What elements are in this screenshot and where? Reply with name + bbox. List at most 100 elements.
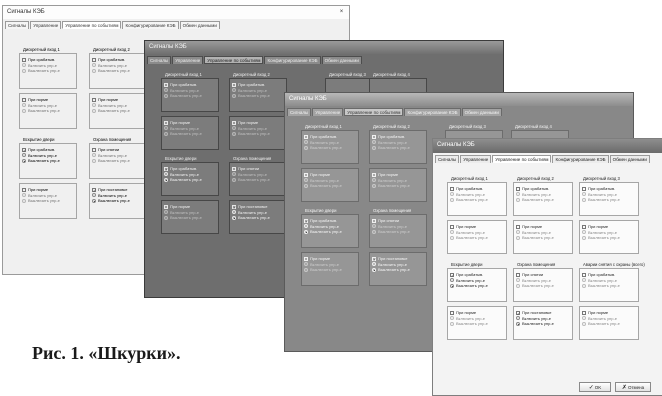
radio-button[interactable] [372,267,376,272]
tab-5[interactable]: Обмен данными [321,56,362,64]
radio-button[interactable] [582,316,586,321]
tab-1[interactable]: Сигналы [5,21,30,29]
tab-2[interactable]: Управление [460,155,492,163]
checkbox[interactable] [582,224,586,229]
checkbox[interactable] [22,97,26,102]
radio-button[interactable] [516,235,520,240]
radio-row[interactable]: Выключить упр-е [90,108,146,114]
radio-row[interactable]: Выключить упр-е [230,215,286,221]
radio-button[interactable] [22,153,26,158]
tab-3[interactable]: Управление по событиям [492,155,552,163]
radio-row[interactable]: Выключить упр-е [514,235,572,241]
checkbox[interactable] [22,187,26,192]
checkbox[interactable] [92,97,96,102]
radio-row[interactable]: Выключить упр-е [20,198,76,204]
radio-button[interactable] [450,235,454,240]
radio-button[interactable] [304,224,308,229]
radio-button[interactable] [450,230,454,235]
radio-row[interactable]: Выключить упр-е [580,235,638,241]
radio-button[interactable] [164,93,168,98]
radio-button[interactable] [372,178,376,183]
radio-button[interactable] [516,278,520,283]
radio-button[interactable] [516,283,520,288]
radio-button[interactable] [92,193,96,198]
radio-button[interactable] [372,145,376,150]
tab-2[interactable]: Управление [312,108,344,116]
radio-row[interactable]: Выключить упр-е [448,235,506,241]
radio-button[interactable] [92,63,96,68]
radio-button[interactable] [516,192,520,197]
checkbox[interactable] [164,82,168,87]
radio-button[interactable] [582,235,586,240]
radio-button[interactable] [164,177,168,182]
checkbox[interactable] [92,147,96,152]
radio-button[interactable] [92,108,96,113]
radio-button[interactable] [516,316,520,321]
checkbox[interactable] [92,187,96,192]
radio-button[interactable] [232,177,236,182]
tab-4[interactable]: Конфигурирование КЭБ [404,108,461,116]
tab-1[interactable]: Сигналы [287,108,312,116]
tab-3[interactable]: Управление по событиям [204,56,264,64]
radio-button[interactable] [92,158,96,163]
radio-row[interactable]: Выключить упр-е [230,131,286,137]
radio-row[interactable]: Выключить упр-е [370,229,426,235]
radio-button[interactable] [164,126,168,131]
checkbox[interactable] [372,256,376,261]
radio-button[interactable] [450,283,454,288]
radio-button[interactable] [304,229,308,234]
radio-button[interactable] [232,210,236,215]
checkbox[interactable] [232,166,236,171]
radio-button[interactable] [304,145,308,150]
radio-row[interactable]: Выключить упр-е [302,229,358,235]
checkbox[interactable] [164,120,168,125]
radio-button[interactable] [304,183,308,188]
checkbox[interactable] [232,82,236,87]
radio-button[interactable] [22,108,26,113]
radio-row[interactable]: Выключить упр-е [448,321,506,327]
radio-button[interactable] [22,63,26,68]
radio-row[interactable]: Выключить упр-е [230,93,286,99]
radio-button[interactable] [450,192,454,197]
tab-2[interactable]: Управление [30,21,62,29]
radio-row[interactable]: Выключить упр-е [20,68,76,74]
checkbox[interactable] [232,204,236,209]
radio-button[interactable] [22,68,26,73]
radio-button[interactable] [372,140,376,145]
radio-row[interactable]: Выключить упр-е [370,267,426,273]
radio-button[interactable] [232,131,236,136]
radio-row[interactable]: Выключить упр-е [90,158,146,164]
radio-button[interactable] [22,193,26,198]
radio-button[interactable] [450,316,454,321]
radio-row[interactable]: Выключить упр-е [162,177,218,183]
cancel-button[interactable]: ✗Отмена [615,382,651,392]
radio-button[interactable] [516,321,520,326]
tab-4[interactable]: Конфигурирование КЭБ [264,56,321,64]
checkbox[interactable] [450,186,454,191]
checkbox[interactable] [450,224,454,229]
checkbox[interactable] [304,172,308,177]
radio-row[interactable]: Выключить упр-е [370,183,426,189]
radio-button[interactable] [372,262,376,267]
radio-button[interactable] [304,140,308,145]
tab-5[interactable]: Обмен данными [609,155,650,163]
radio-button[interactable] [232,215,236,220]
radio-row[interactable]: Выключить упр-е [448,197,506,203]
radio-button[interactable] [164,215,168,220]
checkbox[interactable] [304,134,308,139]
checkbox[interactable] [372,172,376,177]
radio-button[interactable] [164,210,168,215]
radio-row[interactable]: Выключить упр-е [302,183,358,189]
radio-button[interactable] [22,158,26,163]
tab-4[interactable]: Конфигурирование КЭБ [122,21,179,29]
checkbox[interactable] [450,272,454,277]
radio-button[interactable] [582,197,586,202]
radio-row[interactable]: Выключить упр-е [370,145,426,151]
tab-3[interactable]: Управление по событиям [344,108,404,116]
ok-button[interactable]: ✓OK [579,382,611,392]
radio-button[interactable] [232,126,236,131]
radio-button[interactable] [92,198,96,203]
radio-button[interactable] [582,192,586,197]
checkbox[interactable] [516,186,520,191]
radio-button[interactable] [450,278,454,283]
